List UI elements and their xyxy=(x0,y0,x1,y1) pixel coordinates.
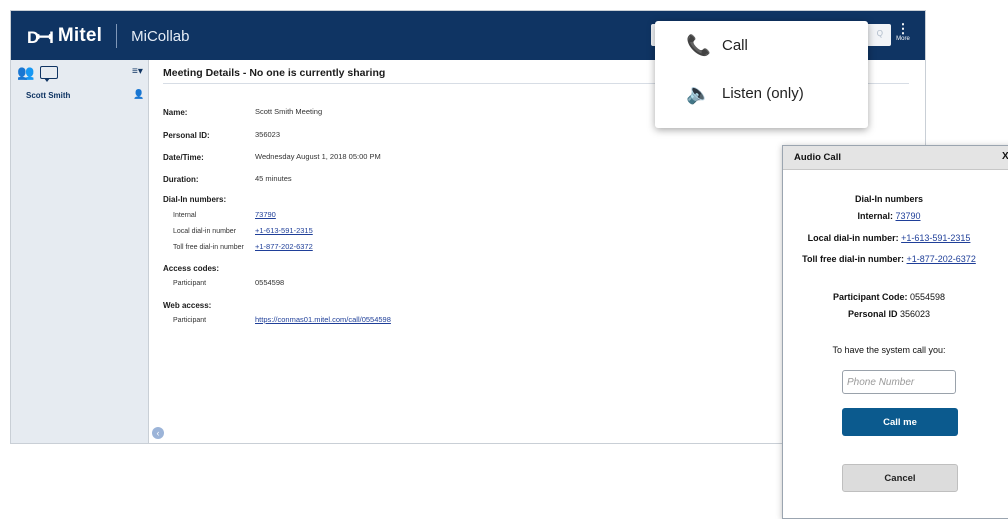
phone-icon: 📞 xyxy=(686,35,711,57)
dialin-heading: Dial-In numbers xyxy=(854,194,923,204)
callback-prompt: To have the system call you: xyxy=(832,345,946,355)
personal-id-label: Personal ID: xyxy=(163,131,210,140)
listen-only-menu-item[interactable]: 🔈 Listen (only) xyxy=(686,81,804,106)
participant-code-line: Participant Code: 0554598 xyxy=(783,292,995,302)
presence-icon: 👤 xyxy=(133,89,145,99)
listen-only-label: Listen (only) xyxy=(722,85,804,102)
internal-number-link[interactable]: 73790 xyxy=(896,211,921,221)
tollfree-dialin-link[interactable]: +1-877-202-6372 xyxy=(907,254,976,264)
participant-code-label: Participant xyxy=(173,280,207,287)
contacts-icon[interactable]: 👥 xyxy=(17,64,34,81)
sidebar-toolbar: 👥 xyxy=(17,64,59,82)
mitel-logo-icon: DꟷI xyxy=(27,27,54,47)
participant-code-label: Participant Code: xyxy=(832,292,908,302)
dialin-label: Dial-In numbers: xyxy=(163,195,227,204)
phone-number-input[interactable] xyxy=(842,370,956,394)
chat-icon[interactable] xyxy=(40,66,59,82)
tollfree-dialin-link[interactable]: +1-877-202-6372 xyxy=(255,242,313,251)
search-icon: Q xyxy=(876,29,883,38)
menu-icon[interactable]: ≡▾ xyxy=(132,66,143,77)
tollfree-dialin-label: Toll free dial-in number xyxy=(173,244,244,251)
internal-label: Internal: xyxy=(857,211,893,221)
close-icon[interactable]: X xyxy=(1002,151,1008,162)
sidebar: 👥 ≡▾ Scott Smith 👤 xyxy=(11,60,149,443)
personal-id-value: 356023 xyxy=(900,309,931,319)
dialog-header: Audio Call X xyxy=(783,146,1008,170)
local-dialin-label: Local dial-in number xyxy=(173,228,237,235)
local-dialin-link[interactable]: +1-613-591-2315 xyxy=(255,226,313,235)
call-label: Call xyxy=(722,37,748,54)
personal-id-value: 356023 xyxy=(255,130,281,139)
access-codes-label: Access codes: xyxy=(163,264,220,273)
datetime-label: Date/Time: xyxy=(163,153,204,162)
speaker-icon: 🔈 xyxy=(686,83,711,105)
duration-value: 45 minutes xyxy=(255,174,292,183)
call-me-button[interactable]: Call me xyxy=(842,408,958,436)
personal-id-label: Personal ID xyxy=(847,309,898,319)
local-dialin-line: Local dial-in number: +1-613-591-2315 xyxy=(783,233,995,243)
cancel-button[interactable]: Cancel xyxy=(842,464,958,492)
join-audio-menu: 📞 Call 🔈 Listen (only) xyxy=(655,21,868,128)
web-access-label: Web access: xyxy=(163,301,212,310)
dialog-title: Audio Call xyxy=(794,152,841,163)
internal-label: Internal xyxy=(173,212,197,219)
name-value: Scott Smith Meeting xyxy=(255,107,323,116)
page-title: Meeting Details - No one is currently sh… xyxy=(163,67,386,79)
local-dialin-label: Local dial-in number: xyxy=(807,233,899,243)
more-button[interactable]: ⋮ More xyxy=(891,21,915,42)
product-name: MiCollab xyxy=(131,27,190,45)
tollfree-dialin-label: Toll free dial-in number: xyxy=(802,254,904,264)
web-participant-label: Participant xyxy=(173,317,207,324)
participant-code-value: 0554598 xyxy=(255,278,285,287)
internal-number-link[interactable]: 73790 xyxy=(255,210,276,219)
more-dots-icon: ⋮ xyxy=(896,21,910,36)
web-access-link[interactable]: https://conmas01.mitel.com/call/0554598 xyxy=(255,315,391,324)
call-menu-item[interactable]: 📞 Call xyxy=(686,33,748,58)
participant-code-value: 0554598 xyxy=(909,292,946,302)
internal-line: Internal: 73790 xyxy=(783,211,995,221)
audio-call-dialog: Audio Call X Dial-In numbers Internal: 7… xyxy=(782,145,1008,519)
datetime-value: Wednesday August 1, 2018 05:00 PM xyxy=(255,152,381,161)
more-label: More xyxy=(896,36,910,42)
sidebar-item-scott-smith[interactable]: Scott Smith xyxy=(26,91,70,100)
tollfree-dialin-line: Toll free dial-in number: +1-877-202-637… xyxy=(783,254,995,264)
brand-separator xyxy=(116,24,118,48)
name-label: Name: xyxy=(163,108,188,117)
personal-id-line: Personal ID 356023 xyxy=(783,309,995,319)
brand-name: Mitel xyxy=(57,25,103,46)
brand: DꟷI Mitel MiCollab xyxy=(27,24,189,48)
duration-label: Duration: xyxy=(163,175,199,184)
local-dialin-link[interactable]: +1-613-591-2315 xyxy=(901,233,970,243)
